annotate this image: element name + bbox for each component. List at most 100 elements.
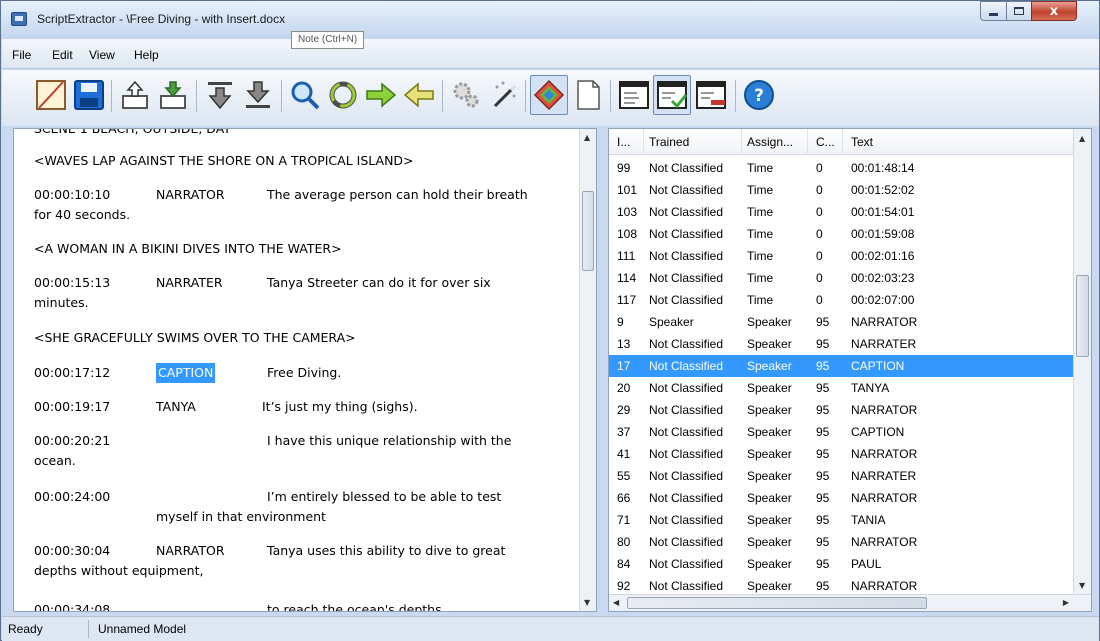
menu-help[interactable]: Help	[134, 48, 159, 62]
scroll-thumb[interactable]	[627, 597, 927, 609]
table-row[interactable]: 20 Not Classified Speaker 95 TANYA	[609, 377, 1073, 399]
help-icon: ?	[744, 80, 774, 110]
table-row[interactable]: 103 Not Classified Time 0 00:01:54:01	[609, 201, 1073, 223]
column-header-id[interactable]: I...	[617, 135, 630, 149]
scroll-thumb[interactable]	[1076, 275, 1089, 357]
script-document-pane[interactable]: SCENE 1 BEACH, OUTSIDE, DAY <WAVES LAP A…	[13, 128, 597, 612]
import-button[interactable]	[116, 75, 154, 115]
view-remove-button[interactable]	[692, 75, 730, 115]
document-button[interactable]	[569, 75, 607, 115]
cell-id: 20	[617, 381, 631, 395]
table-row[interactable]: 55 Not Classified Speaker 95 NARRATER	[609, 465, 1073, 487]
token-grid[interactable]: I... Trained Assign... C... Text 99 Not C…	[608, 128, 1092, 612]
grid-horizontal-scrollbar[interactable]: ◀ ▶	[609, 594, 1091, 611]
scroll-up-icon[interactable]: ▲	[584, 133, 590, 142]
find-button[interactable]	[286, 75, 324, 115]
table-row[interactable]: 66 Not Classified Speaker 95 NARRATOR	[609, 487, 1073, 509]
timecode: 00:00:30:04	[34, 543, 111, 558]
toolbar: ?	[2, 70, 1099, 126]
column-header-confidence[interactable]: C...	[816, 135, 835, 149]
cell-assigned: Time	[747, 249, 774, 263]
refresh-button[interactable]	[324, 75, 362, 115]
table-row[interactable]: 117 Not Classified Time 0 00:02:07:00	[609, 289, 1073, 311]
scroll-down-icon[interactable]: ▼	[584, 598, 590, 607]
speaker-selected[interactable]: CAPTION	[156, 363, 216, 383]
cell-confidence: 95	[816, 337, 830, 351]
dialogue: to reach the ocean's depths	[267, 602, 442, 612]
dialogue: The average person can hold their breath	[267, 187, 528, 202]
view-normal-button[interactable]	[615, 75, 653, 115]
table-row[interactable]: 84 Not Classified Speaker 95 PAUL	[609, 553, 1073, 575]
cell-assigned: Time	[747, 161, 774, 175]
cell-text: NARRATOR	[851, 535, 918, 549]
forward-button[interactable]	[362, 75, 400, 115]
new-model-button[interactable]	[32, 75, 70, 115]
table-row[interactable]: 108 Not Classified Time 0 00:01:59:08	[609, 223, 1073, 245]
cell-confidence: 95	[816, 425, 830, 439]
column-header-trained[interactable]: Trained	[649, 135, 689, 149]
table-row[interactable]: 29 Not Classified Speaker 95 NARRATOR	[609, 399, 1073, 421]
menu-view[interactable]: View	[89, 48, 115, 62]
table-row[interactable]: 9 Speaker Speaker 95 NARRATOR	[609, 311, 1073, 333]
close-button[interactable]: x	[1031, 1, 1077, 21]
table-row[interactable]: 101 Not Classified Time 0 00:01:52:02	[609, 179, 1073, 201]
table-row[interactable]: 37 Not Classified Speaker 95 CAPTION	[609, 421, 1073, 443]
cell-id: 17	[617, 359, 631, 373]
cell-assigned: Speaker	[747, 469, 792, 483]
export-button[interactable]	[154, 75, 192, 115]
title-bar[interactable]: ScriptExtractor - \Free Diving - with In…	[1, 1, 1099, 39]
script-direction: <SHE GRACEFULLY SWIMS OVER TO THE CAMERA…	[34, 330, 356, 345]
menu-file[interactable]: File	[12, 48, 31, 62]
settings-button[interactable]	[447, 75, 485, 115]
table-row[interactable]: 114 Not Classified Time 0 00:02:03:23	[609, 267, 1073, 289]
window-title: ScriptExtractor - \Free Diving - with In…	[37, 12, 286, 26]
scroll-left-icon[interactable]: ◀	[613, 598, 619, 607]
menu-edit[interactable]: Edit	[52, 48, 73, 62]
table-row[interactable]: 80 Not Classified Speaker 95 NARRATOR	[609, 531, 1073, 553]
move-down-button[interactable]	[201, 75, 239, 115]
close-icon: x	[1049, 3, 1059, 19]
script-direction: <A WOMAN IN A BIKINI DIVES INTO THE WATE…	[34, 241, 342, 256]
timecode: 00:00:17:12	[34, 365, 111, 380]
cell-id: 71	[617, 513, 631, 527]
back-button[interactable]	[400, 75, 438, 115]
cell-id: 103	[617, 205, 638, 219]
cell-confidence: 95	[816, 381, 830, 395]
table-row[interactable]: 99 Not Classified Time 0 00:01:48:14	[609, 157, 1073, 179]
table-row[interactable]: 71 Not Classified Speaker 95 TANIA	[609, 509, 1073, 531]
table-row[interactable]: 13 Not Classified Speaker 95 NARRATER	[609, 333, 1073, 355]
timecode: 00:00:24:00	[34, 489, 111, 504]
help-button[interactable]: ?	[740, 75, 778, 115]
cell-assigned: Speaker	[747, 381, 792, 395]
forward-icon	[366, 82, 397, 108]
wand-button[interactable]	[485, 75, 523, 115]
download-button[interactable]	[239, 75, 277, 115]
cell-assigned: Time	[747, 293, 774, 307]
grid-vertical-scrollbar[interactable]: ▲ ▼	[1073, 129, 1091, 595]
table-row[interactable]: 41 Not Classified Speaker 95 NARRATOR	[609, 443, 1073, 465]
scroll-thumb[interactable]	[582, 191, 594, 271]
table-row[interactable]: 111 Not Classified Time 0 00:02:01:16	[609, 245, 1073, 267]
cell-confidence: 0	[816, 271, 823, 285]
cell-assigned: Speaker	[747, 403, 792, 417]
classify-button[interactable]	[530, 75, 568, 115]
view-check-button[interactable]	[653, 75, 691, 115]
minimize-button[interactable]	[980, 1, 1007, 21]
scroll-up-icon[interactable]: ▲	[1079, 134, 1085, 143]
scroll-right-icon[interactable]: ▶	[1063, 598, 1069, 607]
table-row[interactable]: 17 Not Classified Speaker 95 CAPTION	[609, 355, 1073, 377]
svg-text:?: ?	[754, 86, 764, 106]
new-model-icon	[36, 80, 66, 110]
cell-confidence: 95	[816, 557, 830, 571]
cell-id: 114	[617, 271, 637, 285]
cell-id: 108	[617, 227, 638, 241]
column-header-assigned[interactable]: Assign...	[747, 135, 793, 149]
scroll-down-icon[interactable]: ▼	[1079, 581, 1085, 590]
maximize-button[interactable]	[1006, 1, 1032, 21]
script-scrollbar[interactable]: ▲ ▼	[579, 129, 596, 611]
cell-text: TANYA	[851, 381, 890, 395]
save-button[interactable]	[70, 75, 108, 115]
column-header-text[interactable]: Text	[851, 135, 873, 149]
cell-trained: Not Classified	[649, 469, 724, 483]
cell-trained: Speaker	[649, 315, 694, 329]
